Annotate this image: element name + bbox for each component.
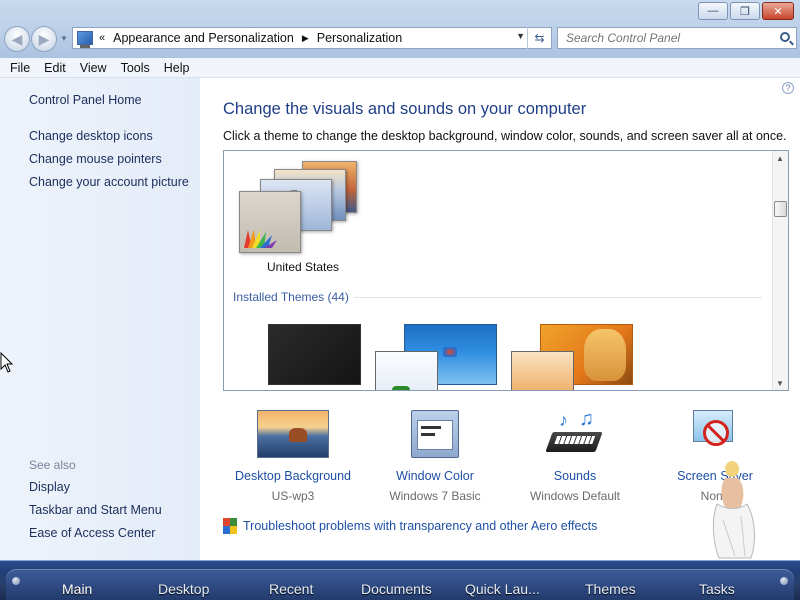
page-title: Change the visuals and sounds on your co… (223, 100, 587, 118)
installed-theme-mini-window (511, 351, 574, 390)
dock-tab-main[interactable]: Main (62, 581, 92, 597)
forward-arrow-icon: ▶ (38, 30, 50, 47)
color-fan-icon (244, 229, 277, 248)
dock-bolt-icon (780, 577, 788, 585)
sounds-label[interactable]: Sounds (510, 469, 640, 483)
window-color-setting[interactable]: Window Color Windows 7 Basic (370, 408, 500, 503)
desktop-background-value: US-wp3 (271, 489, 315, 503)
shield-icon (223, 518, 237, 534)
address-bar[interactable]: « Appearance and Personalization ▶ Perso… (72, 27, 552, 49)
sounds-setting[interactable]: ♪ ♫ Sounds Windows Default (510, 408, 640, 503)
search-icon[interactable] (780, 32, 790, 42)
theme-color-swatch (392, 386, 410, 390)
breadcrumb-separator-icon[interactable]: ▶ (302, 33, 309, 44)
dock-tab-tasks[interactable]: Tasks (699, 581, 735, 597)
address-dropdown-icon[interactable]: ▼ (516, 31, 525, 41)
menu-bar: File Edit View Tools Help (0, 58, 800, 78)
window-controls: — ❐ ✕ (698, 2, 794, 20)
recent-pages-dropdown[interactable]: ▼ (60, 34, 68, 43)
ease-of-access-link[interactable]: Ease of Access Center (29, 526, 155, 540)
forward-button[interactable]: ▶ (31, 26, 57, 52)
sounds-icon: ♪ ♫ (545, 408, 603, 458)
breadcrumb-overflow[interactable]: « (99, 32, 105, 44)
display-link[interactable]: Display (29, 480, 70, 494)
sounds-value: Windows Default (529, 489, 621, 503)
page-subtitle: Click a theme to change the desktop back… (223, 129, 787, 143)
menu-file[interactable]: File (3, 61, 37, 75)
desktop-background-label[interactable]: Desktop Background (228, 469, 358, 483)
see-also-heading: See also (29, 458, 76, 472)
maximize-button[interactable]: ❐ (730, 2, 760, 20)
close-button[interactable]: ✕ (762, 2, 794, 20)
pony-icon (584, 329, 626, 381)
windows-logo-icon (443, 347, 457, 357)
search-box (557, 27, 797, 49)
dock-tab-recent[interactable]: Recent (269, 581, 313, 597)
title-bar: — ❐ ✕ ◀ ▶ ▼ « Appearance and Personaliza… (0, 0, 800, 60)
troubleshoot-link[interactable]: Troubleshoot problems with transparency … (223, 518, 597, 534)
refresh-button[interactable]: ⇆ (527, 27, 551, 49)
change-mouse-pointers-link[interactable]: Change mouse pointers (29, 152, 162, 166)
desktop-background-icon (257, 408, 329, 458)
back-arrow-icon: ◀ (11, 30, 23, 47)
control-panel-icon (77, 31, 93, 48)
control-panel-home-link[interactable]: Control Panel Home (29, 93, 142, 107)
window-color-value: Windows 7 Basic (389, 489, 481, 503)
theme-preview-card (239, 191, 301, 253)
scroll-down-arrow-icon[interactable]: ▼ (776, 379, 784, 388)
screen-saver-icon (691, 408, 739, 458)
vertical-scrollbar[interactable]: ▲ ▼ (772, 151, 788, 390)
dock-tab-themes[interactable]: Themes (585, 581, 636, 597)
desktop-figure-image (705, 460, 765, 560)
change-account-picture-link[interactable]: Change your account picture (29, 175, 189, 189)
help-icon[interactable]: ? (782, 82, 794, 94)
installed-theme-thumbnail[interactable] (268, 324, 361, 385)
window-color-icon (411, 408, 459, 458)
theme-gallery[interactable]: United States Installed Themes (44) ▲ ▼ (223, 150, 789, 391)
troubleshoot-text[interactable]: Troubleshoot problems with transparency … (243, 519, 597, 533)
window-color-label[interactable]: Window Color (370, 469, 500, 483)
menu-edit[interactable]: Edit (37, 61, 73, 75)
menu-help[interactable]: Help (157, 61, 197, 75)
scroll-up-arrow-icon[interactable]: ▲ (776, 154, 784, 163)
back-button[interactable]: ◀ (4, 26, 30, 52)
my-theme-label: United States (267, 260, 340, 274)
menu-tools[interactable]: Tools (114, 61, 157, 75)
desktop-background-setting[interactable]: Desktop Background US-wp3 (228, 408, 358, 503)
breadcrumb-appearance[interactable]: Appearance and Personalization (113, 31, 294, 45)
dock-bar: Main Desktop Recent Documents Quick Lau.… (0, 560, 800, 600)
search-input[interactable] (566, 31, 766, 45)
scroll-thumb[interactable] (774, 201, 787, 217)
section-divider (354, 297, 762, 298)
dock-tab-documents[interactable]: Documents (361, 581, 432, 597)
minimize-button[interactable]: — (698, 2, 728, 20)
refresh-icon: ⇆ (534, 31, 545, 45)
installed-themes-heading: Installed Themes (44) (233, 290, 349, 304)
breadcrumb-personalization[interactable]: Personalization (317, 31, 402, 45)
dock-tab-quick-launch[interactable]: Quick Lau... (465, 581, 540, 597)
menu-view[interactable]: View (73, 61, 114, 75)
dock-bolt-icon (12, 577, 20, 585)
taskbar-start-menu-link[interactable]: Taskbar and Start Menu (29, 503, 162, 517)
installed-theme-mini-window (375, 351, 438, 390)
left-pane: Control Panel Home Change desktop icons … (0, 78, 200, 560)
dock-tab-desktop[interactable]: Desktop (158, 581, 209, 597)
change-desktop-icons-link[interactable]: Change desktop icons (29, 129, 153, 143)
